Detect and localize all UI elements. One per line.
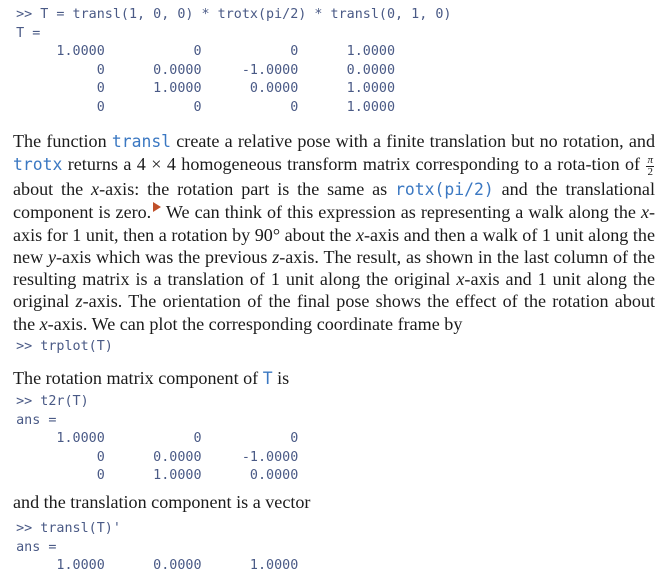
inline-code-transl: transl xyxy=(111,132,172,151)
inline-code-T: T xyxy=(262,369,273,388)
text-run: The function xyxy=(13,131,112,151)
text-run: returns a 4 × 4 homogeneous transform ma… xyxy=(62,154,646,175)
code-block-transl: >> transl(T)' ans = 1.0000 0.0000 1.0000 xyxy=(0,520,298,576)
math-variable: y xyxy=(48,246,57,267)
code-block-transform: >> T = transl(1, 0, 0) * trotx(pi/2) * t… xyxy=(0,6,451,118)
text-run: The rotation matrix component of xyxy=(13,368,263,388)
code-line: 0 1.0000 0.0000 1.0000 xyxy=(0,81,396,97)
code-line: ans = xyxy=(0,412,57,428)
paragraph-explanation: The function transl create a relative po… xyxy=(13,130,655,335)
inline-code-rotx: rotx(pi/2) xyxy=(395,179,494,199)
margin-note-arrow-icon[interactable] xyxy=(153,201,162,212)
math-variable: x xyxy=(39,313,48,334)
text-run: -axis which was the previous xyxy=(56,246,273,267)
text-run: is xyxy=(272,368,290,388)
code-line: 1.0000 0 0 xyxy=(0,431,299,447)
code-line: >> transl(T)' xyxy=(0,521,121,536)
fraction-denominator: 2 xyxy=(647,165,653,178)
code-line: 0 0.0000 -1.0000 0.0000 xyxy=(0,62,396,78)
code-line: ans = xyxy=(0,539,57,555)
text-run: create a relative pose with a finite tra… xyxy=(171,131,655,151)
code-block-t2r: >> t2r(T) ans = 1.0000 0 0 0 0.0000 -1.0… xyxy=(0,393,298,486)
code-line: 0 1.0000 0.0000 xyxy=(0,468,299,484)
code-line: 1.0000 0 0 1.0000 xyxy=(0,44,396,60)
code-line: >> T = transl(1, 0, 0) * trotx(pi/2) * t… xyxy=(0,7,452,22)
code-line: T = xyxy=(0,25,41,41)
inline-code-trotx: trotx xyxy=(13,155,63,175)
text-run: about the xyxy=(13,178,92,199)
math-variable: z xyxy=(75,291,83,312)
code-line: 0 0.0000 -1.0000 xyxy=(0,449,299,465)
text-run: -axis: the rotation part is the same as xyxy=(99,178,396,199)
math-variable: x xyxy=(91,178,100,199)
code-block-trplot: >> trplot(T) xyxy=(0,338,113,357)
text-run: and the translation component is a vecto… xyxy=(13,492,311,512)
math-variable: x xyxy=(355,224,364,245)
code-line: 0 0 0 1.0000 xyxy=(0,99,396,115)
paragraph-rotation-component: The rotation matrix component of T is xyxy=(13,367,655,390)
math-variable: x xyxy=(640,202,649,223)
code-line: >> trplot(T) xyxy=(0,339,113,354)
code-line: 1.0000 0.0000 1.0000 xyxy=(0,558,299,574)
text-run: -axis. We can plot the corresponding coo… xyxy=(47,313,463,334)
paragraph-translation-component: and the translation component is a vecto… xyxy=(13,491,655,513)
code-line: >> t2r(T) xyxy=(0,394,89,409)
fraction-pi-over-2: π2 xyxy=(646,154,654,178)
text-run: We can think of this expression as repre… xyxy=(161,202,641,223)
